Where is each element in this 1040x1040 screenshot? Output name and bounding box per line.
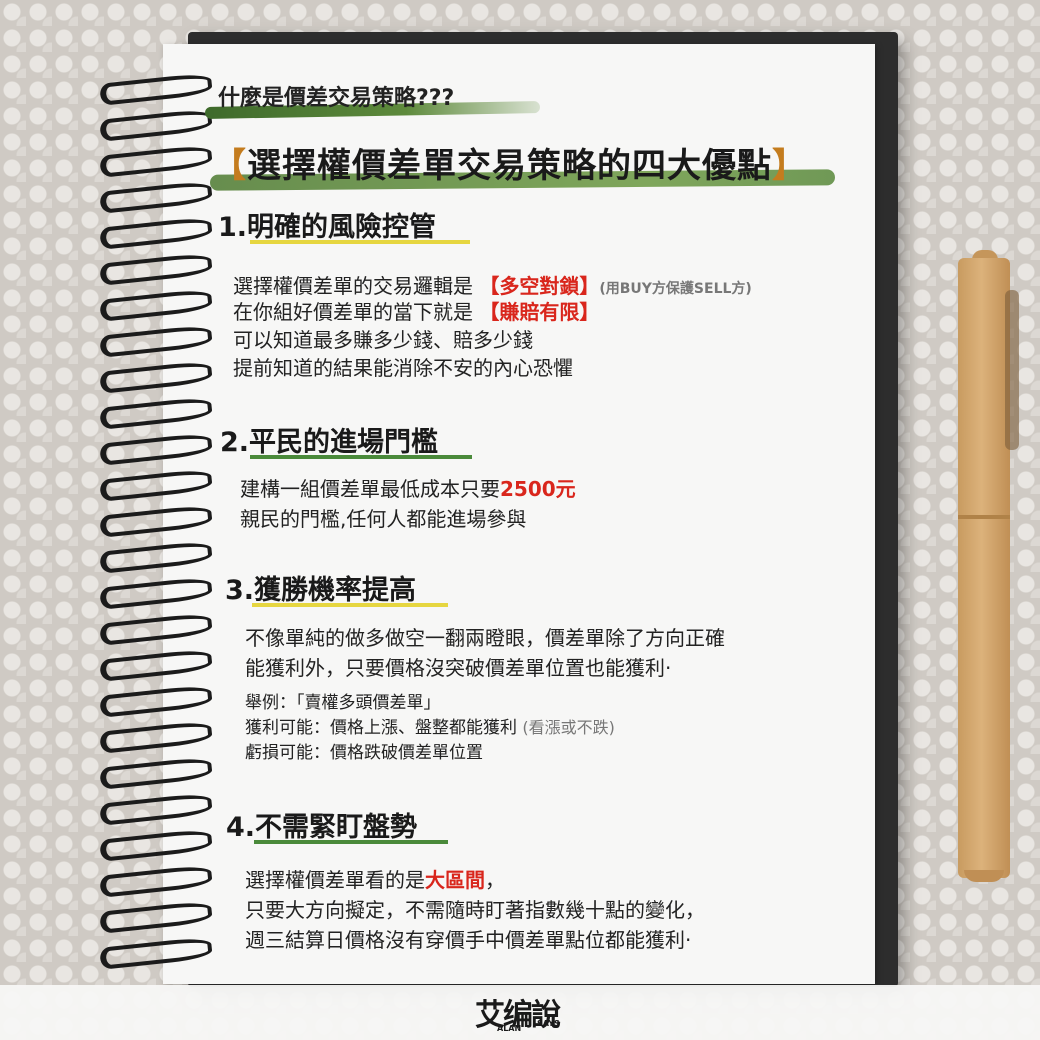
section-4-line-1: 選擇權價差單看的是大區間， (245, 868, 505, 892)
title-bracket-close: 】 (772, 146, 807, 186)
section-4-heading: 4.不需緊盯盤勢 (226, 812, 418, 843)
brand-logo-sub-right: SAYS (537, 1019, 560, 1028)
section-4-underline (254, 840, 448, 844)
intro-question: 什麼是價差交易策略??? (218, 86, 455, 111)
title-bracket-open: 【 (212, 146, 247, 186)
section-3-example-1: 舉例：「賣權多頭價差單」 (245, 693, 441, 713)
section-1-line-4: 提前知道的結果能消除不安的內心恐懼 (233, 356, 573, 380)
section-3-line-1: 不像單純的做多做空一翻兩瞪眼，價差單除了方向正確 (245, 626, 725, 650)
section-3-example-3: 虧損可能：價格跌破價差單位置 (245, 743, 483, 763)
brand-logo-sub-left: ALAN (497, 1024, 522, 1033)
section-3-underline (252, 603, 448, 607)
section-1-underline (250, 240, 470, 244)
section-3-heading: 3.獲勝機率提高 (225, 575, 417, 606)
section-1-line-3: 可以知道最多賺多少錢、賠多少錢 (233, 328, 533, 352)
section-3-example-2: 獲利可能：價格上漲、盤整都能獲利 (看漲或不跌) (245, 718, 615, 738)
section-1-line-1: 選擇權價差單的交易邏輯是 【多空對鎖】(用BUY方保護SELL方) (233, 274, 752, 298)
section-2-line-1: 建構一組價差單最低成本只要2500元 (240, 477, 576, 501)
section-1-heading: 1.明確的風險控管 (218, 212, 437, 243)
section-3-line-2: 能獲利外，只要價格沒突破價差單位置也能獲利· (245, 656, 672, 680)
section-4-line-2: 只要大方向擬定，不需隨時盯著指數幾十點的變化， (245, 898, 705, 922)
section-2-underline (250, 455, 472, 459)
section-2-line-2: 親民的門檻,任何人都能進場參與 (240, 507, 527, 531)
page-title: 【選擇權價差單交易策略的四大優點】 (212, 138, 807, 187)
page-content: 什麼是價差交易策略??? 【選擇權價差單交易策略的四大優點】 1.明確的風險控管… (0, 0, 1040, 1040)
title-text: 選擇權價差單交易策略的四大優點 (247, 146, 772, 186)
section-2-heading: 2.平民的進場門檻 (220, 427, 439, 458)
section-1-line-2: 在你組好價差單的當下就是 【賺賠有限】 (233, 300, 600, 324)
section-4-line-3: 週三結算日價格沒有穿價手中價差單點位都能獲利· (245, 928, 692, 952)
